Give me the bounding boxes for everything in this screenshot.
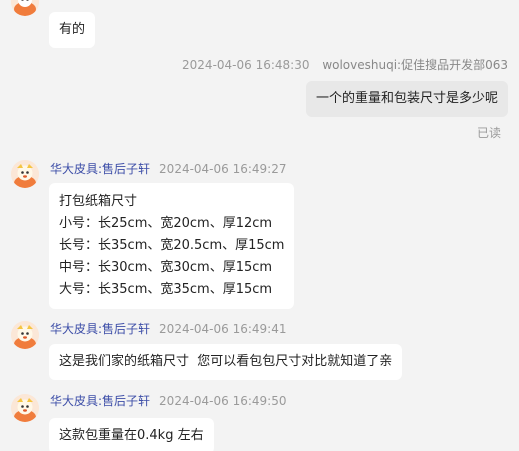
message-bubble[interactable]: 打包纸箱尺寸 小号：长25cm、宽20cm、厚12cm 长号：长35cm、宽20…	[49, 183, 295, 309]
sender-name: 华大皮具:售后子轩	[50, 162, 151, 176]
seller-avatar[interactable]	[11, 321, 39, 349]
sender-name: 华大皮具:售后子轩	[50, 394, 151, 408]
message-meta: 2024-04-06 16:48:30 woloveshuqi:促佳搜品开发部0…	[182, 56, 508, 73]
message-text: 小号：长25cm、宽20cm、厚12cm	[59, 216, 273, 231]
message-text: 中号：长30cm、宽30cm、厚15cm	[59, 260, 273, 275]
message-text: 这是我们家的纸箱尺寸 您可以看包包尺寸对比就知道了亲	[59, 354, 393, 369]
message-bubble[interactable]: 这是我们家的纸箱尺寸 您可以看包包尺寸对比就知道了亲	[49, 344, 403, 380]
message-bubble-self[interactable]: 一个的重量和包装尺寸是多少呢	[305, 81, 508, 117]
seller-avatar[interactable]	[11, 394, 39, 422]
cartoon-face-icon	[11, 321, 39, 349]
message-meta: 华大皮具:售后子轩 2024-04-06 16:49:27	[50, 160, 287, 177]
message-text: 打包纸箱尺寸	[59, 194, 138, 209]
seller-avatar[interactable]	[11, 0, 39, 16]
message-text: 有的	[59, 22, 86, 37]
message-text: 大号：长35cm、宽35cm、厚15cm	[59, 282, 273, 297]
message-bubble[interactable]: 有的	[49, 12, 96, 48]
chat-history: 有的 2024-04-06 16:48:30 woloveshuqi:促佳搜品开…	[0, 0, 519, 451]
seller-avatar[interactable]	[11, 160, 39, 188]
cartoon-face-icon	[11, 394, 39, 422]
cartoon-face-icon	[11, 160, 39, 188]
message-timestamp: 2024-04-06 16:48:30	[182, 58, 310, 72]
message-text: 一个的重量和包装尺寸是多少呢	[315, 91, 498, 106]
message-timestamp: 2024-04-06 16:49:27	[159, 162, 287, 176]
message-text: 长号：长35cm、宽20.5cm、厚15cm	[59, 238, 285, 253]
message-timestamp: 2024-04-06 16:49:50	[159, 394, 287, 408]
sender-name: 华大皮具:售后子轩	[50, 322, 151, 336]
read-status: 已读	[476, 126, 501, 140]
message-meta: 华大皮具:售后子轩 2024-04-06 16:49:50	[50, 392, 287, 409]
message-meta: 华大皮具:售后子轩 2024-04-06 16:49:41	[50, 320, 287, 337]
sender-name: woloveshuqi:促佳搜品开发部063	[322, 58, 508, 72]
message-timestamp: 2024-04-06 16:49:41	[159, 322, 287, 336]
message-bubble[interactable]: 这款包重量在0.4kg 左右	[49, 418, 214, 451]
message-text: 这款包重量在0.4kg 左右	[59, 428, 204, 443]
cartoon-face-icon	[11, 0, 39, 16]
